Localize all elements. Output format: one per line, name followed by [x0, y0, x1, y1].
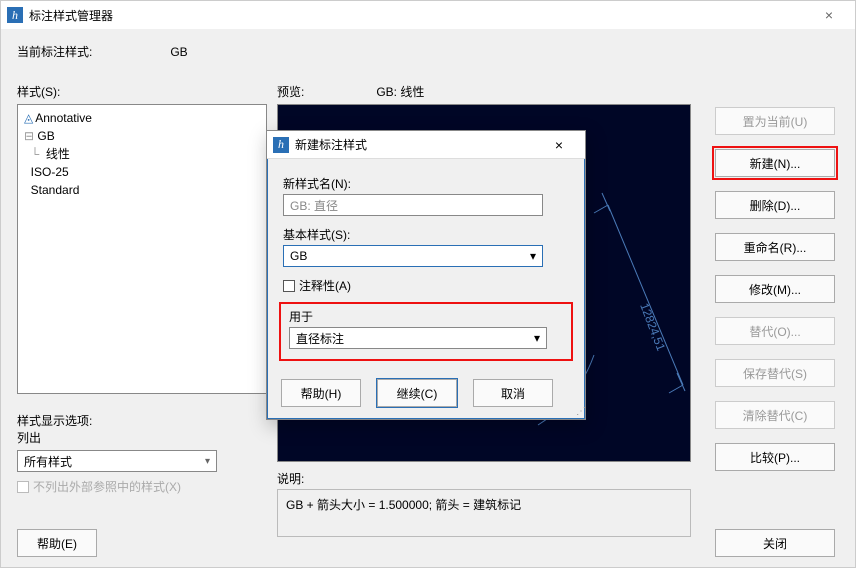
base-style-label: 基本样式(S): — [283, 226, 569, 243]
chevron-down-icon: ▾ — [534, 331, 540, 345]
current-style-value: GB — [170, 45, 187, 59]
used-for-select[interactable]: 直径标注 ▾ — [289, 327, 547, 349]
dimstyle-manager-window: h 标注样式管理器 × 当前标注样式: GB 样式(S): ◬Annotativ… — [0, 0, 856, 568]
preview-label-row: 预览: GB: 线性 — [277, 83, 691, 100]
chevron-down-icon: ▾ — [530, 249, 536, 263]
new-button[interactable]: 新建(N)... — [715, 149, 835, 177]
tree-leaf-icon: └ — [24, 147, 46, 161]
style-item-annotative[interactable]: ◬Annotative — [24, 109, 260, 127]
continue-button[interactable]: 继续(C) — [377, 379, 457, 407]
checkbox-icon — [17, 481, 29, 493]
override-button[interactable]: 替代(O)... — [715, 317, 835, 345]
hide-xref-checkbox[interactable]: 不列出外部参照中的样式(X) — [17, 478, 267, 495]
close-icon[interactable]: × — [539, 137, 579, 153]
set-current-button[interactable]: 置为当前(U) — [715, 107, 835, 135]
list-filter-select[interactable]: 所有样式 ▾ — [17, 450, 217, 472]
app-icon: h — [7, 7, 23, 23]
annotative-icon: ◬ — [24, 111, 33, 125]
description-box: GB + 箭头大小 = 1.500000; 箭头 = 建筑标记 — [277, 489, 691, 537]
current-style-row: 当前标注样式: GB — [17, 43, 839, 60]
titlebar: h 标注样式管理器 × — [1, 1, 855, 29]
annotative-checkbox[interactable]: 注释性(A) — [283, 277, 569, 294]
close-button[interactable]: 关闭 — [715, 529, 835, 557]
used-for-value: 直径标注 — [296, 330, 344, 347]
modify-button[interactable]: 修改(M)... — [715, 275, 835, 303]
base-style-value: GB — [290, 249, 307, 263]
delete-button[interactable]: 删除(D)... — [715, 191, 835, 219]
dialog-button-row: 帮助(H) 继续(C) 取消 — [267, 371, 585, 419]
base-style-select[interactable]: GB ▾ — [283, 245, 543, 267]
window-title: 标注样式管理器 — [29, 7, 809, 24]
description-text: GB + 箭头大小 = 1.500000; 箭头 = 建筑标记 — [286, 498, 521, 512]
new-dimstyle-dialog: h 新建标注样式 × 新样式名(N): GB: 直径 基本样式(S): GB ▾… — [266, 130, 586, 420]
hide-xref-label: 不列出外部参照中的样式(X) — [33, 478, 181, 495]
app-icon: h — [273, 137, 289, 153]
styles-list[interactable]: ◬Annotative ⊟ GB └ 线性 ISO-25 Standard — [17, 104, 267, 394]
style-item-iso25[interactable]: ISO-25 — [24, 163, 260, 181]
preview-dimension-text: 12824,51 — [637, 301, 668, 353]
clear-override-button[interactable]: 清除替代(C) — [715, 401, 835, 429]
style-item-standard[interactable]: Standard — [24, 181, 260, 199]
preview-style-name: GB: 线性 — [376, 85, 424, 99]
close-icon[interactable]: × — [809, 7, 849, 23]
chevron-down-icon: ▾ — [205, 456, 210, 467]
description-label: 说明: — [277, 470, 691, 487]
cancel-button[interactable]: 取消 — [473, 379, 553, 407]
display-options: 样式显示选项: 列出 所有样式 ▾ 不列出外部参照中的样式(X) — [17, 412, 267, 495]
new-name-label: 新样式名(N): — [283, 175, 569, 192]
help-button[interactable]: 帮助(E) — [17, 529, 97, 557]
style-item-linear[interactable]: └ 线性 — [24, 145, 260, 163]
annotative-label: 注释性(A) — [299, 277, 351, 294]
display-options-sublabel: 列出 — [17, 429, 267, 446]
dialog-body: 新样式名(N): GB: 直径 基本样式(S): GB ▾ 注释性(A) 用于 … — [267, 159, 585, 371]
left-column: 样式(S): ◬Annotative ⊟ GB └ 线性 ISO-25 Stan… — [17, 83, 267, 495]
used-for-label: 用于 — [289, 308, 563, 325]
tree-branch-icon: ⊟ — [24, 129, 37, 143]
style-item-gb[interactable]: ⊟ GB — [24, 127, 260, 145]
new-name-input[interactable]: GB: 直径 — [283, 194, 543, 216]
right-button-column: 置为当前(U) 新建(N)... 删除(D)... 重命名(R)... 修改(M… — [715, 107, 835, 471]
preview-label: 预览: — [277, 83, 373, 100]
checkbox-icon — [283, 280, 295, 292]
dialog-titlebar: h 新建标注样式 × — [267, 131, 585, 159]
compare-button[interactable]: 比较(P)... — [715, 443, 835, 471]
styles-label: 样式(S): — [17, 83, 267, 100]
used-for-group: 用于 直径标注 ▾ — [279, 302, 573, 361]
dialog-title: 新建标注样式 — [295, 136, 539, 153]
resize-grip-icon[interactable]: ⋰ — [576, 406, 583, 417]
display-options-label: 样式显示选项: — [17, 412, 267, 429]
current-style-label: 当前标注样式: — [17, 43, 167, 60]
dialog-help-button[interactable]: 帮助(H) — [281, 379, 361, 407]
list-filter-value: 所有样式 — [24, 453, 72, 470]
save-override-button[interactable]: 保存替代(S) — [715, 359, 835, 387]
rename-button[interactable]: 重命名(R)... — [715, 233, 835, 261]
